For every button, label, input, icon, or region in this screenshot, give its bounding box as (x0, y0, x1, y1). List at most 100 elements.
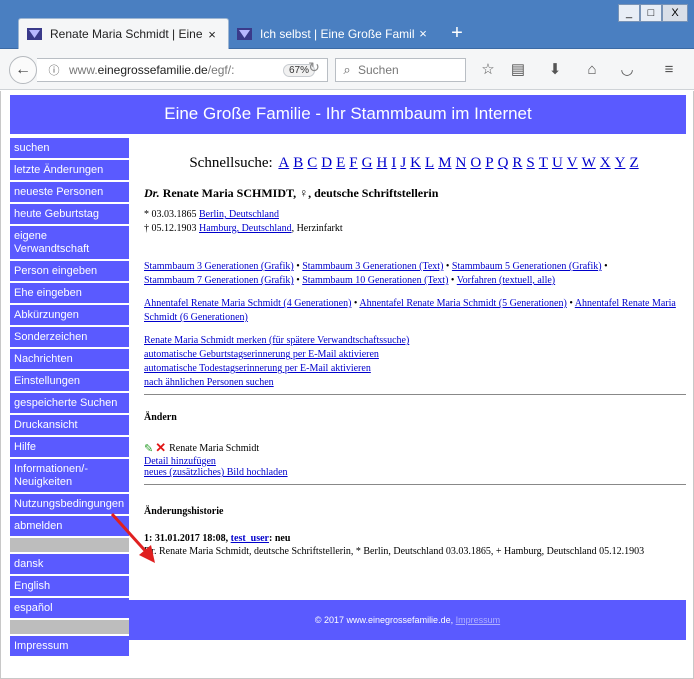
link-bild-hochladen[interactable]: neues (zusätzliches) Bild hochladen (144, 467, 288, 478)
link-detail-hinzufuegen[interactable]: Detail hinzufügen (144, 456, 216, 467)
quicksearch-letter-l[interactable]: L (425, 155, 434, 171)
quicksearch-letter-s[interactable]: S (526, 155, 534, 171)
link-ahnentafel-4[interactable]: Ahnentafel Renate Maria Schmidt (4 Gener… (144, 298, 351, 309)
search-icon: ⌕ (343, 62, 351, 77)
person-title-prefix: Dr. (144, 186, 160, 200)
download-icon[interactable]: ⬇ (543, 59, 567, 81)
sidebar-item-letzte-aenderungen[interactable]: letzte Änderungen (10, 160, 129, 180)
quicksearch-letter-e[interactable]: E (336, 155, 345, 171)
sidebar-item-gespeicherte-suchen[interactable]: gespeicherte Suchen (10, 393, 129, 413)
sidebar-item-hilfe[interactable]: Hilfe (10, 437, 129, 457)
pencil-edit-icon[interactable]: ✎ (144, 442, 153, 455)
sidebar-item-neueste-personen[interactable]: neueste Personen (10, 182, 129, 202)
quicksearch-letter-q[interactable]: Q (498, 155, 509, 171)
close-window-button[interactable]: X (662, 4, 688, 22)
sidebar-item-eigene-verwandtschaft[interactable]: eigene Verwandtschaft (10, 226, 129, 259)
quicksearch-letter-p[interactable]: P (485, 155, 493, 171)
sidebar-item-suchen[interactable]: suchen (10, 138, 129, 158)
main-content: Schnellsuche: ABCDEFGHIJKLMNOPQRSTUVWXYZ… (144, 138, 686, 557)
link-stammbaum-7-grafik[interactable]: Stammbaum 7 Generationen (Grafik) (144, 275, 294, 286)
quicksearch-letter-z[interactable]: Z (629, 155, 638, 171)
quicksearch-letter-i[interactable]: I (391, 155, 396, 171)
birth-place-link[interactable]: Berlin, Deutschland (199, 209, 279, 220)
bookmark-star-icon[interactable]: ☆ (476, 59, 500, 81)
info-icon[interactable]: ⓘ (43, 62, 65, 78)
pocket-icon[interactable]: ◡ (615, 59, 639, 81)
delete-x-icon[interactable]: ✕ (155, 440, 166, 456)
quicksearch-letter-u[interactable]: U (552, 155, 563, 171)
tab-ich-selbst[interactable]: Ich selbst | Eine Große Familie... × (229, 18, 439, 49)
quicksearch-letter-v[interactable]: V (567, 155, 578, 171)
link-stammbaum-3-text[interactable]: Stammbaum 3 Generationen (Text) (302, 261, 443, 272)
link-ahnentafel-5[interactable]: Ahnentafel Renate Maria Schmidt (5 Gener… (359, 298, 566, 309)
sidebar-item-heute-geburtstag[interactable]: heute Geburtstag (10, 204, 129, 224)
search-input[interactable]: ⌕ Suchen (335, 58, 466, 82)
sidebar-lang-english[interactable]: English (10, 576, 129, 596)
tab-close-icon[interactable]: × (204, 27, 220, 42)
new-tab-button[interactable]: + (445, 22, 469, 46)
sidebar-item-druckansicht[interactable]: Druckansicht (10, 415, 129, 435)
home-icon[interactable]: ⌂ (580, 59, 604, 81)
tab-close-icon[interactable]: × (415, 26, 431, 41)
edit-heading: Ändern (144, 412, 177, 423)
quicksearch-letter-d[interactable]: D (321, 155, 332, 171)
quicksearch-letter-o[interactable]: O (470, 155, 481, 171)
sidebar-item-informationen[interactable]: Informationen/-Neuigkeiten (10, 459, 129, 492)
quicksearch-letter-m[interactable]: M (438, 155, 451, 171)
history-heading: Änderungshistorie (144, 506, 224, 517)
birth-date: * 03.03.1865 (144, 209, 197, 220)
back-button[interactable]: ← (9, 56, 37, 84)
quicksearch-letter-g[interactable]: G (362, 155, 373, 171)
quicksearch-letter-b[interactable]: B (293, 155, 303, 171)
quicksearch-letter-a[interactable]: A (278, 155, 289, 171)
footer-impressum-link[interactable]: Impressum (456, 615, 501, 625)
quicksearch-letter-j[interactable]: J (400, 155, 406, 171)
quicksearch-letter-c[interactable]: C (307, 155, 317, 171)
quicksearch-letter-r[interactable]: R (512, 155, 522, 171)
quicksearch-letter-n[interactable]: N (456, 155, 467, 171)
window-controls: _ □ X (618, 4, 688, 22)
link-geburtstagserinnerung[interactable]: automatische Geburtstagserinnerung per E… (144, 349, 379, 360)
quicksearch-letter-h[interactable]: H (376, 155, 387, 171)
tab-renate-maria-schmidt[interactable]: Renate Maria Schmidt | Eine ... × (18, 18, 229, 49)
site-favicon-icon (237, 27, 252, 40)
person-occupation: , deutsche Schriftstellerin (308, 186, 439, 200)
minimize-button[interactable]: _ (618, 4, 640, 22)
quicksearch-letter-w[interactable]: W (582, 155, 596, 171)
sidebar-lang-espanol[interactable]: español (10, 598, 129, 618)
sidebar-item-nachrichten[interactable]: Nachrichten (10, 349, 129, 369)
link-stammbaum-3-grafik[interactable]: Stammbaum 3 Generationen (Grafik) (144, 261, 294, 272)
sidebar-item-person-eingeben[interactable]: Person eingeben (10, 261, 129, 281)
quicksearch-letter-f[interactable]: F (349, 155, 357, 171)
menu-icon[interactable]: ≡ (657, 59, 681, 81)
link-stammbaum-5-grafik[interactable]: Stammbaum 5 Generationen (Grafik) (452, 261, 602, 272)
link-todestagserinnerung[interactable]: automatische Todestagserinnerung per E-M… (144, 363, 371, 374)
quicksearch-letter-x[interactable]: X (600, 155, 611, 171)
url-bar[interactable]: ⓘ www.einegrossefamilie.de/egf/: 67% (37, 58, 328, 82)
death-line: † 05.12.1903 Hamburg, Deutschland, Herzi… (144, 223, 686, 234)
browser-titlebar: Renate Maria Schmidt | Eine ... × Ich se… (0, 0, 694, 49)
sidebar-item-ehe-eingeben[interactable]: Ehe eingeben (10, 283, 129, 303)
quicksearch-letter-t[interactable]: T (539, 155, 548, 171)
quicksearch-letter-k[interactable]: K (410, 155, 421, 171)
death-place-link[interactable]: Hamburg, Deutschland (199, 223, 292, 234)
separator: • (353, 298, 358, 309)
link-vorfahren[interactable]: Vorfahren (textuell, alle) (457, 275, 555, 286)
quicksearch-letter-y[interactable]: Y (615, 155, 626, 171)
site-header: Eine Große Familie - Ihr Stammbaum im In… (10, 95, 686, 134)
history-user-link[interactable]: test_user (231, 533, 269, 544)
link-aehnliche-personen[interactable]: nach ähnlichen Personen suchen (144, 377, 274, 388)
separator: • (296, 275, 300, 286)
reload-icon[interactable]: ↻ (302, 59, 326, 81)
sidebar-item-abkuerzungen[interactable]: Abkürzungen (10, 305, 129, 325)
footer-copyright: © 2017 www.einegrossefamilie.de, (314, 615, 454, 625)
sidebar-item-einstellungen[interactable]: Einstellungen (10, 371, 129, 391)
link-merken[interactable]: Renate Maria Schmidt merken (für spätere… (144, 335, 409, 346)
annotation-arrow-icon (110, 512, 155, 563)
maximize-button[interactable]: □ (640, 4, 662, 22)
sidebar-item-impressum[interactable]: Impressum (10, 636, 129, 656)
url-text: www.einegrossefamilie.de/egf/: (69, 63, 235, 77)
reading-list-icon[interactable]: ▤ (506, 59, 530, 81)
sidebar-item-sonderzeichen[interactable]: Sonderzeichen (10, 327, 129, 347)
link-stammbaum-10-text[interactable]: Stammbaum 10 Generationen (Text) (302, 275, 448, 286)
